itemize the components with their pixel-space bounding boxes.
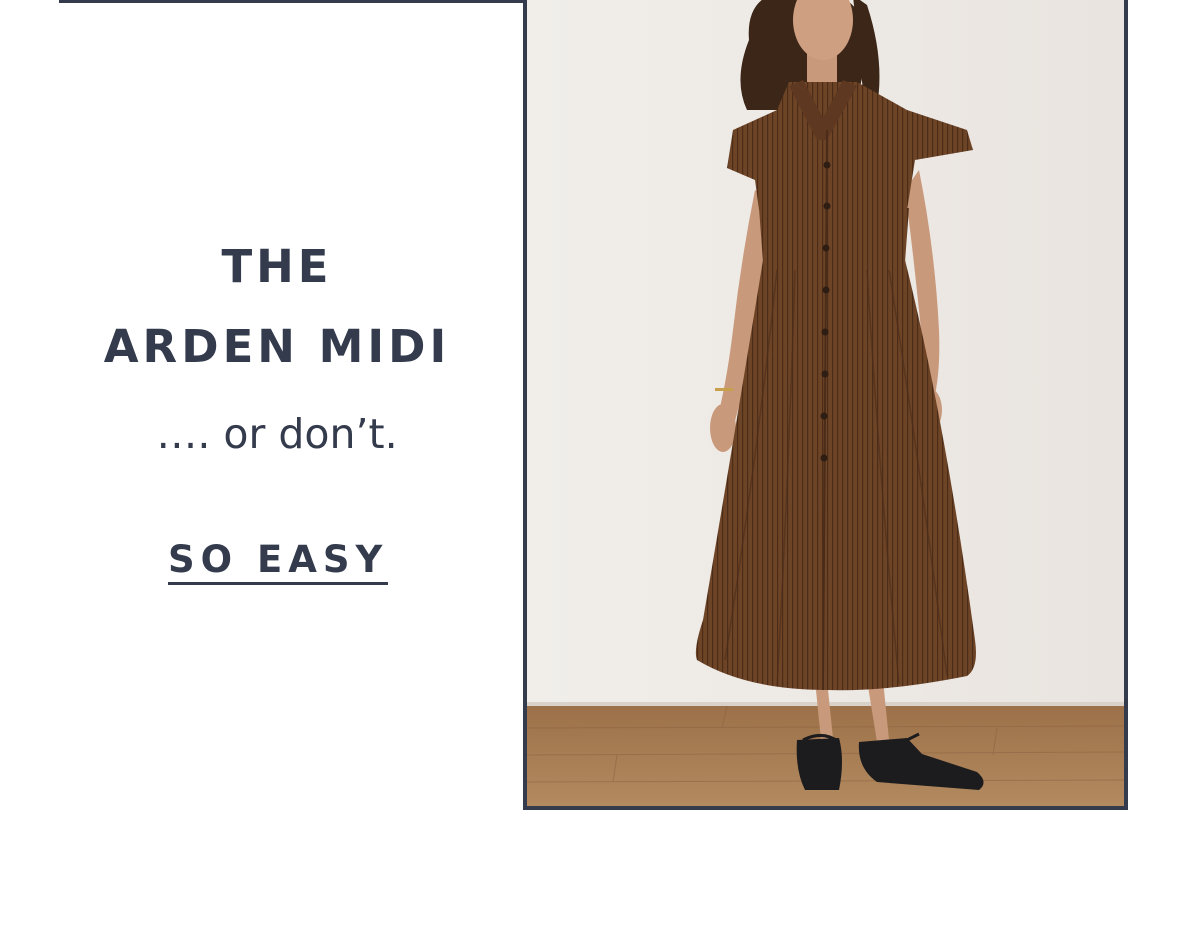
so-easy-link[interactable]: SO EASY: [168, 541, 389, 585]
product-photo[interactable]: [523, 0, 1128, 810]
headline-line-1: THE: [221, 240, 333, 293]
headline-line-2: ARDEN MIDI: [103, 320, 451, 373]
promo-text-panel: THE ARDEN MIDI …. or don’t. SO EASY: [59, 0, 525, 806]
tagline: …. or don’t.: [156, 410, 398, 458]
model-photo-illustration: [527, 0, 1124, 806]
